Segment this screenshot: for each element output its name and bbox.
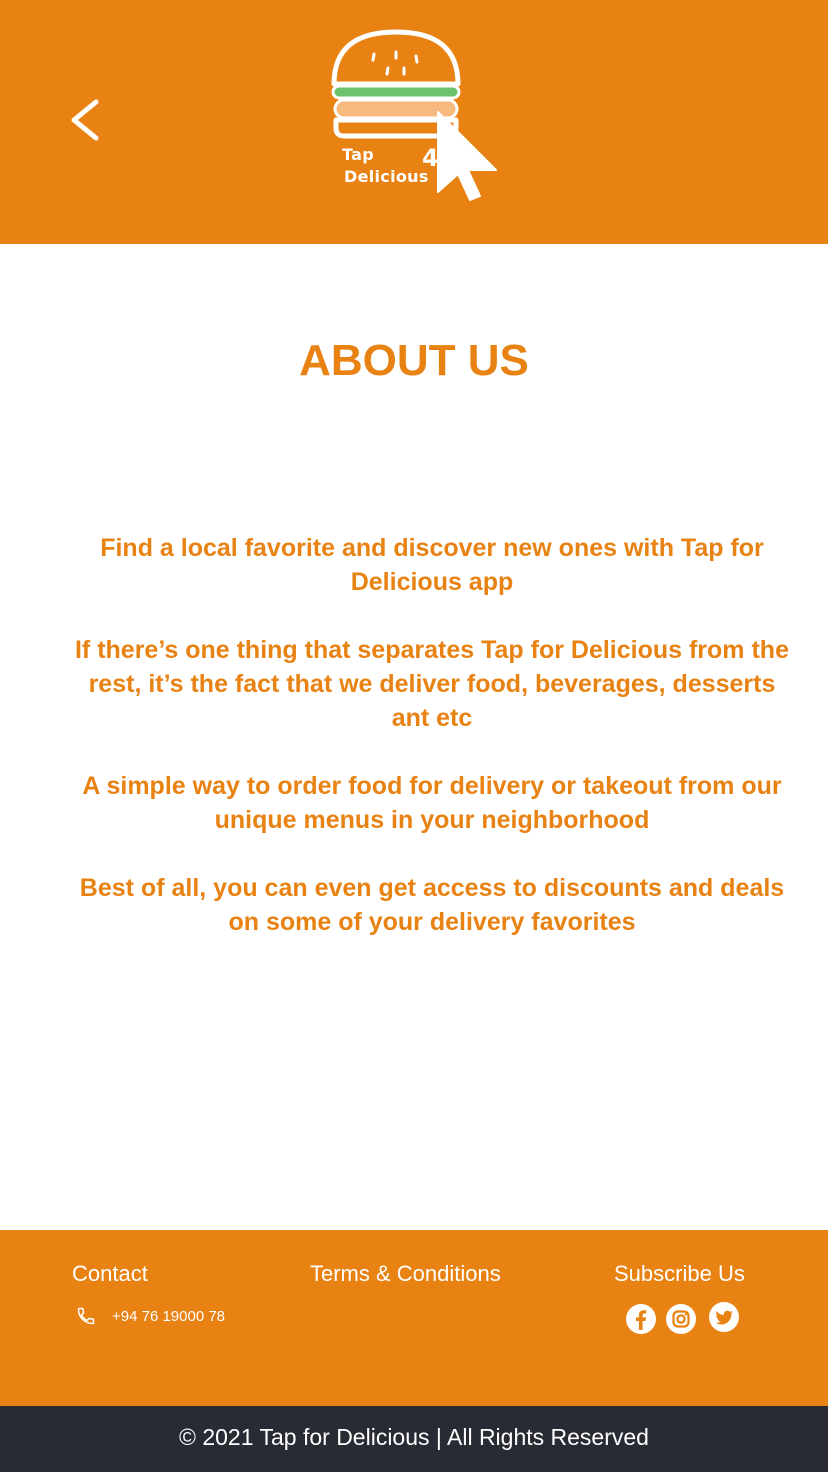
contact-heading: Contact (72, 1261, 148, 1286)
about-paragraph-1: Find a local favorite and discover new o… (100, 534, 764, 596)
phone-icon (77, 1307, 95, 1325)
subscribe-heading: Subscribe Us (614, 1261, 745, 1286)
terms-conditions-link[interactable]: Terms & Conditions (310, 1260, 501, 1288)
copyright-text: © 2021 Tap for Delicious | All Rights Re… (179, 1424, 649, 1450)
chevron-left-icon (71, 99, 99, 141)
instagram-icon[interactable] (665, 1303, 697, 1335)
app-header: 4 Tap Delicious (0, 0, 828, 244)
copyright-bar: © 2021 Tap for Delicious | All Rights Re… (0, 1406, 828, 1472)
back-button[interactable] (64, 90, 112, 150)
about-paragraph-2: If there’s one thing that separates Tap … (74, 636, 789, 732)
logo-text-line2: Delicious (344, 167, 429, 186)
contact-phone-number[interactable]: +94 76 19000 78 (112, 1307, 225, 1327)
facebook-icon[interactable] (625, 1303, 657, 1335)
about-paragraph-4: Best of all, you can even get access to … (79, 874, 785, 936)
tap-for-delicious-logo: 4 Tap Delicious (326, 24, 506, 220)
burger-cursor-logo-graphic: 4 (331, 29, 497, 201)
page-title: ABOUT US (299, 336, 529, 385)
twitter-icon[interactable] (708, 1301, 740, 1333)
site-footer: Contact +94 76 19000 78 Terms & Conditio… (0, 1230, 828, 1406)
about-paragraph-3: A simple way to order food for delivery … (82, 772, 782, 834)
logo-text-line1: Tap (342, 145, 375, 164)
